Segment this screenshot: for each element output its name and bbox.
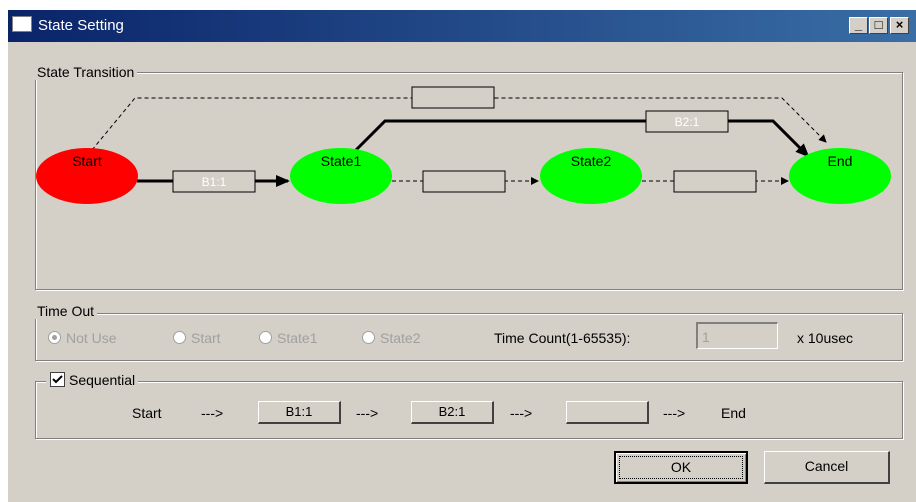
sequential-step-3[interactable] xyxy=(566,401,649,424)
edge-label-box-start-end xyxy=(411,86,495,109)
ok-button[interactable]: OK xyxy=(614,451,748,484)
cancel-button[interactable]: Cancel xyxy=(764,451,890,484)
state-label-state2: State2 xyxy=(571,153,612,169)
state-label-state1: State1 xyxy=(321,153,362,169)
timeout-option-label: Not Use xyxy=(66,330,117,346)
sequential-arrow: ---> xyxy=(510,405,533,421)
sequential-arrow: ---> xyxy=(201,405,224,421)
timeout-radio-state1[interactable]: State1 xyxy=(259,330,317,346)
time-count-label: Time Count(1-65535): xyxy=(494,330,631,346)
sequential-arrow: ---> xyxy=(356,405,379,421)
timeout-radio-state2[interactable]: State2 xyxy=(362,330,420,346)
ok-button-label: OK xyxy=(619,456,743,479)
timeout-option-label: Start xyxy=(191,330,221,346)
time-unit-label: x 10usec xyxy=(797,330,854,346)
edge-label-state1-end: B2:1 xyxy=(675,115,700,129)
radio-indicator xyxy=(173,331,186,344)
checkmark-icon xyxy=(52,375,63,384)
edge-label-start-state1: B1:1 xyxy=(202,175,227,189)
sequential-step-2[interactable]: B2:1 xyxy=(411,401,494,424)
state-label-start: Start xyxy=(72,153,102,169)
sequential-label: Sequential xyxy=(69,372,136,388)
sequential-checkbox[interactable] xyxy=(50,372,65,387)
timeout-radio-not-use[interactable]: Not Use xyxy=(48,330,117,346)
sequential-header: Sequential xyxy=(46,372,139,388)
edge-label-box-state1-state2 xyxy=(422,170,506,193)
sequential-end-label: End xyxy=(721,405,746,421)
radio-selected-indicator xyxy=(48,331,61,344)
radio-indicator xyxy=(259,331,272,344)
edge-label-box-state2-end xyxy=(673,170,757,193)
timeout-radio-start[interactable]: Start xyxy=(173,330,221,346)
sequential-arrow: ---> xyxy=(663,405,686,421)
radio-indicator xyxy=(362,331,375,344)
timeout-label: Time Out xyxy=(34,303,98,319)
time-count-input[interactable]: 1 xyxy=(696,322,778,349)
state-label-end: End xyxy=(828,153,853,169)
sequential-start-label: Start xyxy=(132,405,162,421)
timeout-option-label: State2 xyxy=(380,330,421,346)
timeout-option-label: State1 xyxy=(277,330,318,346)
sequential-step-1[interactable]: B1:1 xyxy=(258,401,341,424)
